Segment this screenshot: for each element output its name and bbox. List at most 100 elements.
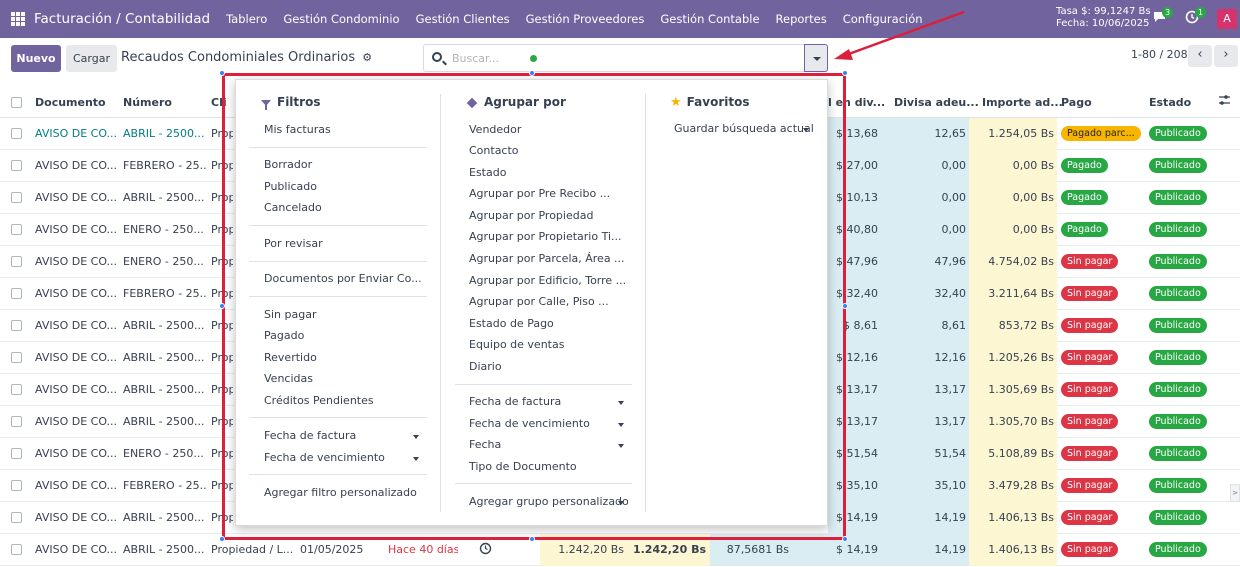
cell-documento[interactable]: AVISO DE CO... bbox=[35, 191, 117, 204]
pager-previous-button[interactable]: ‹ bbox=[1188, 45, 1212, 67]
row-checkbox[interactable] bbox=[11, 544, 22, 555]
column-settings-icon[interactable] bbox=[1218, 94, 1231, 109]
status-badge-pago: Sin pagar bbox=[1061, 414, 1119, 429]
menu-configuracion[interactable]: Configuración bbox=[835, 12, 931, 26]
cell-documento[interactable]: AVISO DE CO... bbox=[35, 383, 117, 396]
clock-icon[interactable] bbox=[479, 542, 492, 558]
row-checkbox[interactable] bbox=[11, 352, 22, 363]
cell-documento[interactable]: AVISO DE CO... bbox=[35, 255, 117, 268]
cell-documento[interactable]: AVISO DE CO... bbox=[35, 511, 117, 524]
messages-icon[interactable]: 3 bbox=[1152, 7, 1174, 26]
cell-documento[interactable]: AVISO DE CO... bbox=[35, 223, 117, 236]
cell-numero[interactable]: ABRIL - 2500... bbox=[123, 319, 207, 332]
status-badge-estado: Publicado bbox=[1149, 190, 1207, 205]
cell-importe: 3.211,64 Bs bbox=[988, 287, 1054, 300]
header-pago[interactable]: Pago bbox=[1061, 96, 1092, 109]
new-button[interactable]: Nuevo bbox=[11, 45, 61, 72]
cell-documento[interactable]: AVISO DE CO... bbox=[35, 127, 117, 140]
side-panel-tab[interactable]: > bbox=[1230, 484, 1240, 502]
row-checkbox[interactable] bbox=[11, 448, 22, 459]
cell-documento[interactable]: AVISO DE CO... bbox=[35, 479, 117, 492]
cell-numero[interactable]: ABRIL - 2500... bbox=[123, 543, 207, 556]
status-badge-pago: Sin pagar bbox=[1061, 318, 1119, 333]
search-input[interactable] bbox=[452, 50, 782, 67]
cell-numero[interactable]: ABRIL - 2500... bbox=[123, 383, 207, 396]
row-checkbox[interactable] bbox=[11, 128, 22, 139]
activity-clock-icon[interactable]: 1 bbox=[1185, 7, 1207, 26]
cell-divisa-adeudada: 32,40 bbox=[934, 287, 967, 300]
cell-documento[interactable]: AVISO DE CO... bbox=[35, 415, 117, 428]
cell-numero[interactable]: ENERO - 250... bbox=[123, 255, 207, 268]
cell-numero[interactable]: ABRIL - 2500... bbox=[123, 415, 207, 428]
cell-numero[interactable]: ABRIL - 2500... bbox=[123, 127, 207, 140]
select-all-checkbox[interactable] bbox=[11, 97, 22, 108]
cell-numero[interactable]: FEBRERO - 25... bbox=[123, 287, 207, 300]
row-checkbox[interactable] bbox=[11, 192, 22, 203]
rate-value: Tasa $: 99,1247 Bs bbox=[1056, 6, 1151, 17]
row-checkbox[interactable] bbox=[11, 416, 22, 427]
gear-icon[interactable]: ⚙ bbox=[362, 51, 372, 64]
menu-tablero[interactable]: Tablero bbox=[218, 12, 275, 26]
pager-value[interactable]: 1-80 / 208 bbox=[1131, 48, 1188, 61]
header-documento[interactable]: Documento bbox=[35, 96, 106, 109]
status-badge-estado: Publicado bbox=[1149, 446, 1207, 461]
cell-documento[interactable]: AVISO DE CO... bbox=[35, 159, 117, 172]
cell-importe: 1.406,13 Bs bbox=[988, 543, 1054, 556]
cell-numero[interactable]: ABRIL - 2500... bbox=[123, 191, 207, 204]
cell-documento[interactable]: AVISO DE CO... bbox=[35, 351, 117, 364]
cell-divisa-adeudada: 14,19 bbox=[934, 511, 967, 524]
cell-divisa-adeudada: 0,00 bbox=[941, 223, 967, 236]
cell-divisa-adeudada: 0,00 bbox=[941, 159, 967, 172]
row-checkbox[interactable] bbox=[11, 224, 22, 235]
apps-grid-icon[interactable] bbox=[11, 12, 25, 26]
status-badge-pago: Pagado parc... bbox=[1061, 126, 1141, 141]
menu-reportes[interactable]: Reportes bbox=[768, 12, 835, 26]
status-badge-pago: Sin pagar bbox=[1061, 478, 1119, 493]
cell-divisa-adeudada: 0,00 bbox=[941, 191, 967, 204]
cell-divisa-adeudada: 14,19 bbox=[934, 543, 967, 556]
row-checkbox[interactable] bbox=[11, 288, 22, 299]
menu-gestion-condominio[interactable]: Gestión Condominio bbox=[275, 12, 407, 26]
cell-documento[interactable]: AVISO DE CO... bbox=[35, 447, 117, 460]
cell-importe: 3.479,28 Bs bbox=[988, 479, 1054, 492]
header-divisa-adeudada[interactable]: Divisa adeu... bbox=[894, 96, 979, 109]
cell-numero[interactable]: FEBRERO - 25... bbox=[123, 159, 207, 172]
search-options-toggle[interactable] bbox=[804, 44, 828, 72]
row-checkbox[interactable] bbox=[11, 512, 22, 523]
cell-importe: 853,72 Bs bbox=[998, 319, 1054, 332]
status-badge-pago: Sin pagar bbox=[1061, 510, 1119, 525]
status-badge-pago: Sin pagar bbox=[1061, 286, 1119, 301]
cell-numero[interactable]: ABRIL - 2500... bbox=[123, 351, 207, 364]
cell-documento[interactable]: AVISO DE CO... bbox=[35, 319, 117, 332]
header-numero[interactable]: Número bbox=[123, 96, 172, 109]
cell-documento[interactable]: AVISO DE CO... bbox=[35, 543, 117, 556]
cell-divisa-adeudada: 8,61 bbox=[941, 319, 967, 332]
cell-total: 1.242,20 Bs bbox=[632, 543, 706, 556]
cell-numero[interactable]: FEBRERO - 25... bbox=[123, 479, 207, 492]
status-badge-estado: Publicado bbox=[1149, 126, 1207, 141]
cell-documento[interactable]: AVISO DE CO... bbox=[35, 287, 117, 300]
cell-numero[interactable]: ABRIL - 2500... bbox=[123, 511, 207, 524]
pager-next-button[interactable]: › bbox=[1214, 45, 1238, 67]
status-badge-pago: Sin pagar bbox=[1061, 542, 1119, 557]
menu-gestion-proveedores[interactable]: Gestión Proveedores bbox=[518, 12, 653, 26]
app-title[interactable]: Facturación / Contabilidad bbox=[34, 11, 210, 27]
cell-monto: 1.242,20 Bs bbox=[558, 543, 624, 556]
cell-cliente: Propiedad / L... bbox=[211, 543, 294, 556]
user-avatar[interactable]: A bbox=[1217, 9, 1237, 29]
exchange-rate: Tasa $: 99,1247 Bs Fecha: 10/06/2025 bbox=[1056, 6, 1151, 30]
header-estado[interactable]: Estado bbox=[1149, 96, 1191, 109]
menu-gestion-clientes[interactable]: Gestión Clientes bbox=[408, 12, 518, 26]
cell-numero[interactable]: ENERO - 250... bbox=[123, 223, 207, 236]
row-checkbox[interactable] bbox=[11, 320, 22, 331]
cell-numero[interactable]: ENERO - 250... bbox=[123, 447, 207, 460]
cell-importe: 1.254,05 Bs bbox=[988, 127, 1054, 140]
row-checkbox[interactable] bbox=[11, 256, 22, 267]
row-checkbox[interactable] bbox=[11, 480, 22, 491]
row-checkbox[interactable] bbox=[11, 160, 22, 171]
status-badge-estado: Publicado bbox=[1149, 222, 1207, 237]
row-checkbox[interactable] bbox=[11, 384, 22, 395]
header-importe[interactable]: Importe ad... bbox=[982, 96, 1063, 109]
menu-gestion-contable[interactable]: Gestión Contable bbox=[652, 12, 767, 26]
upload-button[interactable]: Cargar bbox=[66, 45, 117, 72]
